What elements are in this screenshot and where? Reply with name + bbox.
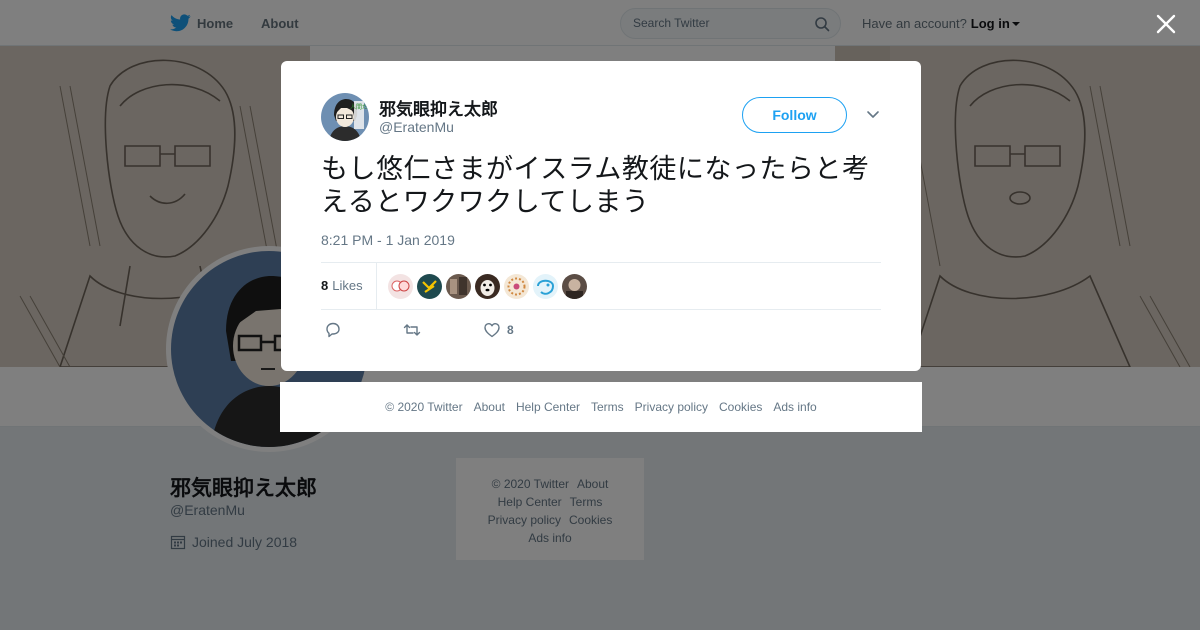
tweet-timestamp[interactable]: 8:21 PM - 1 Jan 2019 [321,232,455,248]
liker-avatar-4[interactable] [475,274,500,299]
footer-privacy-link[interactable]: Privacy policy [635,400,708,414]
modal-footer: © 2020 Twitter About Help Center Terms P… [280,382,922,432]
reply-icon [326,322,340,338]
footer-ads-link[interactable]: Ads info [773,400,816,414]
liker-avatar-2[interactable] [417,274,442,299]
liker-avatar-1[interactable] [388,274,413,299]
footer-copyright: © 2020 Twitter [385,400,463,414]
tweet-author-avatar[interactable]: 人間だ [321,93,369,141]
liker-avatar-6[interactable] [533,274,558,299]
like-count: 8 [507,323,514,337]
liker-avatar-5[interactable] [504,274,529,299]
footer-about-link[interactable]: About [474,400,505,414]
like-button[interactable]: 8 [483,321,514,339]
tweet-text: もし悠仁さまがイスラム教徒になったらと考えるとワクワクしてしまう [321,154,870,218]
follow-button[interactable]: Follow [742,97,847,133]
avatar-illustration-icon: 人間だ [321,93,369,141]
tweet-modal: 人間だ 邪気眼抑え太郎 @EratenMu Follow もし悠仁さまがイスラム… [281,61,921,371]
footer-terms-link[interactable]: Terms [591,400,624,414]
likes-count-label: Likes [332,278,363,293]
footer-help-link[interactable]: Help Center [516,400,580,414]
stats-divider [376,263,377,310]
chevron-down-icon[interactable] [866,109,880,121]
close-icon[interactable] [1155,13,1177,35]
liker-avatar-7[interactable] [562,274,587,299]
likes-count-link[interactable]: 8 Likes [321,278,363,293]
tweet-author-name[interactable]: 邪気眼抑え太郎 [379,95,498,120]
likers-avatar-list [388,274,591,299]
retweet-icon [403,324,421,336]
likes-count-value: 8 [321,278,329,293]
tweet-stats: 8 Likes [321,262,881,310]
avatar-badge-text: 人間だ [350,104,368,111]
retweet-button[interactable] [403,321,421,339]
reply-button[interactable] [324,321,342,339]
heart-icon [484,323,500,338]
tweet-action-bar: 8 [321,321,881,341]
liker-avatar-3[interactable] [446,274,471,299]
tweet-author-handle[interactable]: @EratenMu [379,119,454,135]
footer-cookies-link[interactable]: Cookies [719,400,762,414]
